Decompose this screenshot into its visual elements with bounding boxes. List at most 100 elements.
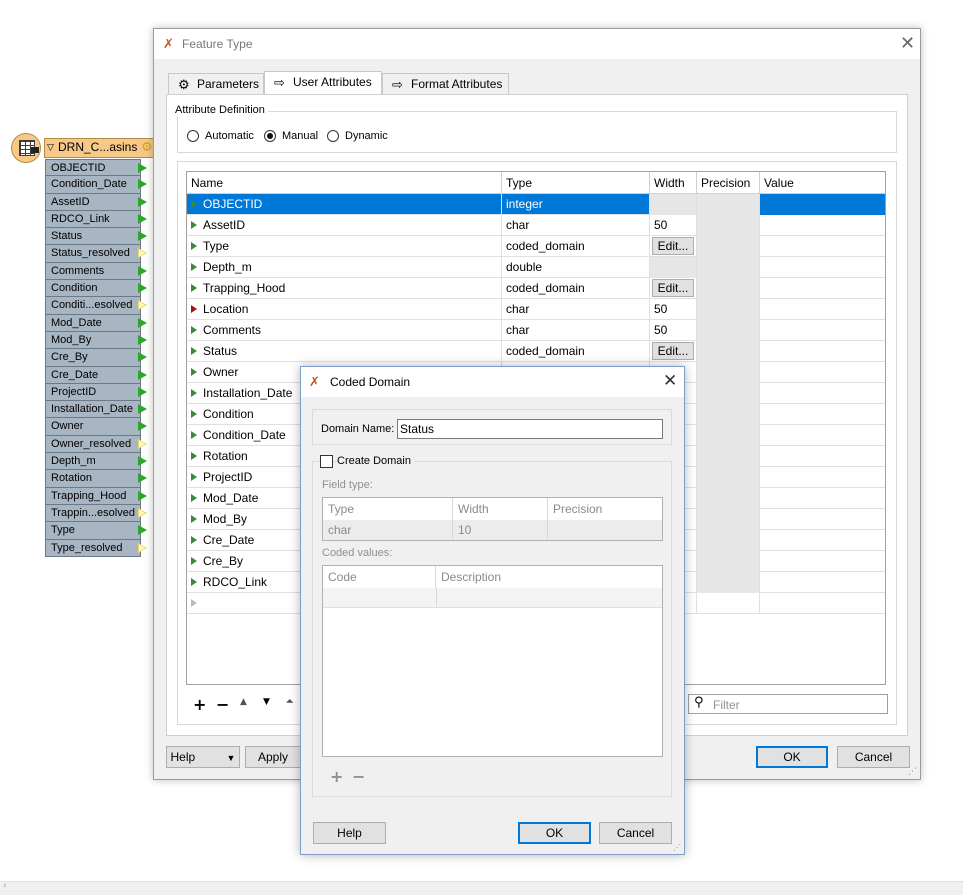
cell-value[interactable] [760,257,885,278]
cell-type[interactable]: double [502,257,650,278]
cell-value[interactable] [760,299,885,320]
cell-name[interactable]: Location [187,299,502,320]
output-port-icon[interactable] [138,386,147,397]
cell-precision[interactable] [697,215,760,236]
cell-width[interactable]: 50 [650,320,697,341]
output-port-icon[interactable] [138,231,147,242]
node-attribute[interactable]: Condition_Date [45,176,147,194]
table-row[interactable]: Type coded_domain Edit... [187,236,885,257]
output-port-icon[interactable] [138,163,147,173]
node-attribute[interactable]: Installation_Date [45,401,147,419]
cell-name[interactable]: AssetID [187,215,502,236]
node-attribute[interactable]: Status [45,228,147,246]
cell-width[interactable]: Edit... [650,278,697,299]
node-attribute[interactable]: Trapping_Hood [45,487,147,505]
cell-name[interactable]: Comments [187,320,502,341]
table-row[interactable]: Location char 50 [187,299,885,320]
cell-name[interactable]: Trapping_Hood [187,278,502,299]
apply-to-button[interactable]: Apply to... [245,746,305,768]
cell-precision[interactable] [697,446,760,467]
cell-value[interactable] [760,404,885,425]
cell-width[interactable]: 50 [650,215,697,236]
cell-value[interactable] [760,215,885,236]
cell-type[interactable]: char [502,215,650,236]
node-attribute[interactable]: AssetID [45,193,147,211]
cell-precision[interactable] [697,257,760,278]
cell-precision[interactable] [697,593,760,614]
output-port-icon[interactable] [138,473,147,484]
output-port-icon[interactable] [138,179,147,190]
node-title[interactable]: DRN_C...asins [58,140,137,154]
cell-width[interactable]: Edit... [650,236,697,257]
table-row[interactable]: Depth_m double [187,257,885,278]
cell-value[interactable] [760,572,885,593]
output-port-icon[interactable] [138,352,147,363]
cell-value[interactable] [760,593,885,614]
close-icon[interactable]: ✕ [663,371,677,391]
cell-value[interactable] [760,509,885,530]
cell-precision[interactable] [697,551,760,572]
output-port-icon[interactable] [138,421,147,432]
output-port-resolved-icon[interactable] [138,507,147,518]
table-row[interactable]: Trapping_Hood coded_domain Edit... [187,278,885,299]
node-attribute[interactable]: Status_resolved [45,245,147,263]
output-port-resolved-icon[interactable] [138,248,147,259]
output-port-icon[interactable] [138,265,147,276]
edit-domain-button[interactable]: Edit... [652,279,694,297]
tab-parameters[interactable]: ⚙ Parameters [168,73,264,95]
cell-precision[interactable] [697,320,760,341]
output-port-icon[interactable] [138,525,147,536]
filter-input[interactable]: ⚲ Filter [688,694,888,714]
cell-name[interactable]: OBJECTID [187,194,502,215]
cell-precision[interactable] [697,383,760,404]
cell-width[interactable] [650,257,697,278]
node-attribute[interactable]: Type [45,522,147,540]
node-attribute[interactable]: Rotation [45,470,147,488]
output-port-icon[interactable] [138,196,147,207]
ok-button[interactable]: OK [518,822,591,844]
add-row-button[interactable]: + [193,695,206,714]
cell-precision[interactable] [697,299,760,320]
remove-row-button[interactable]: − [216,695,229,714]
output-port-icon[interactable] [138,317,147,328]
radio-dynamic[interactable] [327,130,339,142]
cell-precision[interactable] [697,194,760,215]
cell-precision[interactable] [697,467,760,488]
output-port-resolved-icon[interactable] [138,300,147,311]
cell-precision[interactable] [697,530,760,551]
cell-type[interactable]: coded_domain [502,236,650,257]
node-attribute[interactable]: Condition [45,280,147,298]
cell-precision[interactable] [697,425,760,446]
radio-manual[interactable] [264,130,276,142]
cell-value[interactable] [760,236,885,257]
node-attribute[interactable]: Owner [45,418,147,436]
node-attribute[interactable]: Owner_resolved [45,435,147,454]
cell-precision[interactable] [697,236,760,257]
node-attribute[interactable]: Mod_Date [45,314,147,332]
cell-value[interactable] [760,383,885,404]
edit-domain-button[interactable]: Edit... [652,237,694,255]
output-port-icon[interactable] [138,334,147,345]
collapse-icon[interactable]: ▽ [47,143,54,153]
cell-value[interactable] [760,551,885,572]
cell-precision[interactable] [697,572,760,593]
help-button[interactable]: Help [313,822,386,844]
table-row[interactable]: OBJECTID integer [187,194,885,215]
edit-domain-button[interactable]: Edit... [652,342,694,360]
node-attribute[interactable]: Type_resolved [45,539,147,557]
cell-value[interactable] [760,278,885,299]
move-top-button[interactable]: ⏶ [286,697,293,707]
node-attribute[interactable]: Comments [45,262,147,281]
reader-node-icon[interactable] [11,133,41,163]
cancel-button[interactable]: Cancel [599,822,672,844]
cell-value[interactable] [760,320,885,341]
column-header-value[interactable]: Value [760,172,885,194]
scroll-left-icon[interactable]: ‹ [3,881,7,891]
node-attribute[interactable]: Mod_By [45,331,147,350]
cell-value[interactable] [760,446,885,467]
cell-value[interactable] [760,341,885,362]
cell-width[interactable] [650,194,697,215]
add-coded-value-button[interactable]: + [330,767,343,786]
node-gear-icon[interactable]: ⚙ [141,140,153,155]
cell-precision[interactable] [697,509,760,530]
